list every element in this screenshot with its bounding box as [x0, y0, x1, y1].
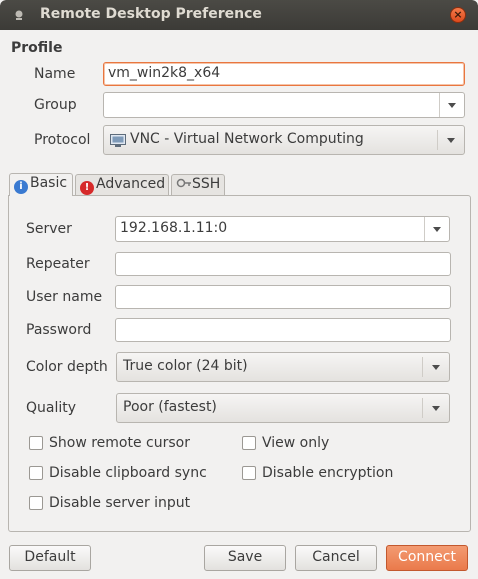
app-icon: [15, 10, 23, 20]
tab-advanced-label: Advanced: [96, 176, 166, 192]
close-icon[interactable]: ×: [450, 7, 466, 23]
group-label: Group: [34, 97, 77, 113]
repeater-input[interactable]: [115, 252, 451, 276]
tab-ssh-label: SSH: [192, 176, 221, 192]
group-dropdown-button[interactable]: [439, 93, 464, 117]
chevron-down-icon: [432, 365, 440, 370]
save-button[interactable]: Save: [204, 545, 286, 571]
name-input-value: vm_win2k8_x64: [108, 65, 221, 81]
chevron-down-icon: [433, 227, 441, 232]
server-value: 192.168.1.11:0: [120, 220, 228, 236]
tab-basic[interactable]: i Basic: [9, 173, 73, 196]
warning-icon: !: [80, 181, 94, 195]
chevron-down-icon: [448, 103, 456, 108]
protocol-label: Protocol: [34, 132, 91, 148]
window-title: Remote Desktop Preference: [40, 6, 262, 22]
vnc-icon: [110, 134, 126, 147]
password-label: Password: [26, 322, 92, 338]
protocol-value: VNC - Virtual Network Computing: [130, 131, 364, 147]
color-depth-select[interactable]: True color (24 bit): [116, 352, 450, 382]
info-icon: i: [14, 180, 28, 194]
username-input[interactable]: [115, 285, 451, 309]
tab-basic-label: Basic: [30, 175, 68, 191]
view-only-label[interactable]: View only: [262, 435, 329, 451]
combo-separator: [422, 357, 423, 377]
title-bar[interactable]: Remote Desktop Preference ×: [0, 0, 478, 30]
server-combo[interactable]: 192.168.1.11:0: [115, 216, 450, 242]
show-remote-cursor-label[interactable]: Show remote cursor: [49, 435, 190, 451]
server-dropdown-button[interactable]: [424, 217, 449, 241]
combo-separator: [422, 398, 423, 418]
protocol-select[interactable]: VNC - Virtual Network Computing: [103, 125, 465, 155]
name-label: Name: [34, 66, 76, 82]
name-input[interactable]: vm_win2k8_x64: [103, 62, 465, 86]
remote-desktop-preference-dialog: Remote Desktop Preference × Profile Name…: [0, 0, 478, 579]
disable-server-input-checkbox[interactable]: [29, 496, 43, 510]
disable-encryption-checkbox[interactable]: [242, 466, 256, 480]
tab-ssh[interactable]: SSH: [171, 174, 225, 196]
username-label: User name: [26, 289, 103, 305]
disable-server-input-label[interactable]: Disable server input: [49, 495, 190, 511]
chevron-down-icon: [447, 138, 455, 143]
chevron-down-icon: [432, 406, 440, 411]
server-label: Server: [26, 221, 72, 237]
quality-value: Poor (fastest): [123, 399, 217, 415]
connect-button[interactable]: Connect: [386, 545, 468, 571]
combo-separator: [437, 130, 438, 150]
password-input[interactable]: [115, 318, 451, 342]
color-depth-label: Color depth: [26, 359, 108, 375]
repeater-label: Repeater: [26, 256, 90, 272]
disable-encryption-label[interactable]: Disable encryption: [262, 465, 393, 481]
quality-select[interactable]: Poor (fastest): [116, 393, 450, 423]
tab-advanced[interactable]: ! Advanced: [75, 174, 169, 196]
color-depth-value: True color (24 bit): [123, 358, 248, 374]
view-only-checkbox[interactable]: [242, 436, 256, 450]
disable-clipboard-sync-label[interactable]: Disable clipboard sync: [49, 465, 207, 481]
profile-heading: Profile: [11, 40, 63, 56]
quality-label: Quality: [26, 400, 77, 416]
show-remote-cursor-checkbox[interactable]: [29, 436, 43, 450]
disable-clipboard-sync-checkbox[interactable]: [29, 466, 43, 480]
default-button[interactable]: Default: [9, 545, 91, 571]
group-combo[interactable]: [103, 92, 465, 118]
cancel-button[interactable]: Cancel: [295, 545, 377, 571]
key-icon: [176, 178, 191, 188]
